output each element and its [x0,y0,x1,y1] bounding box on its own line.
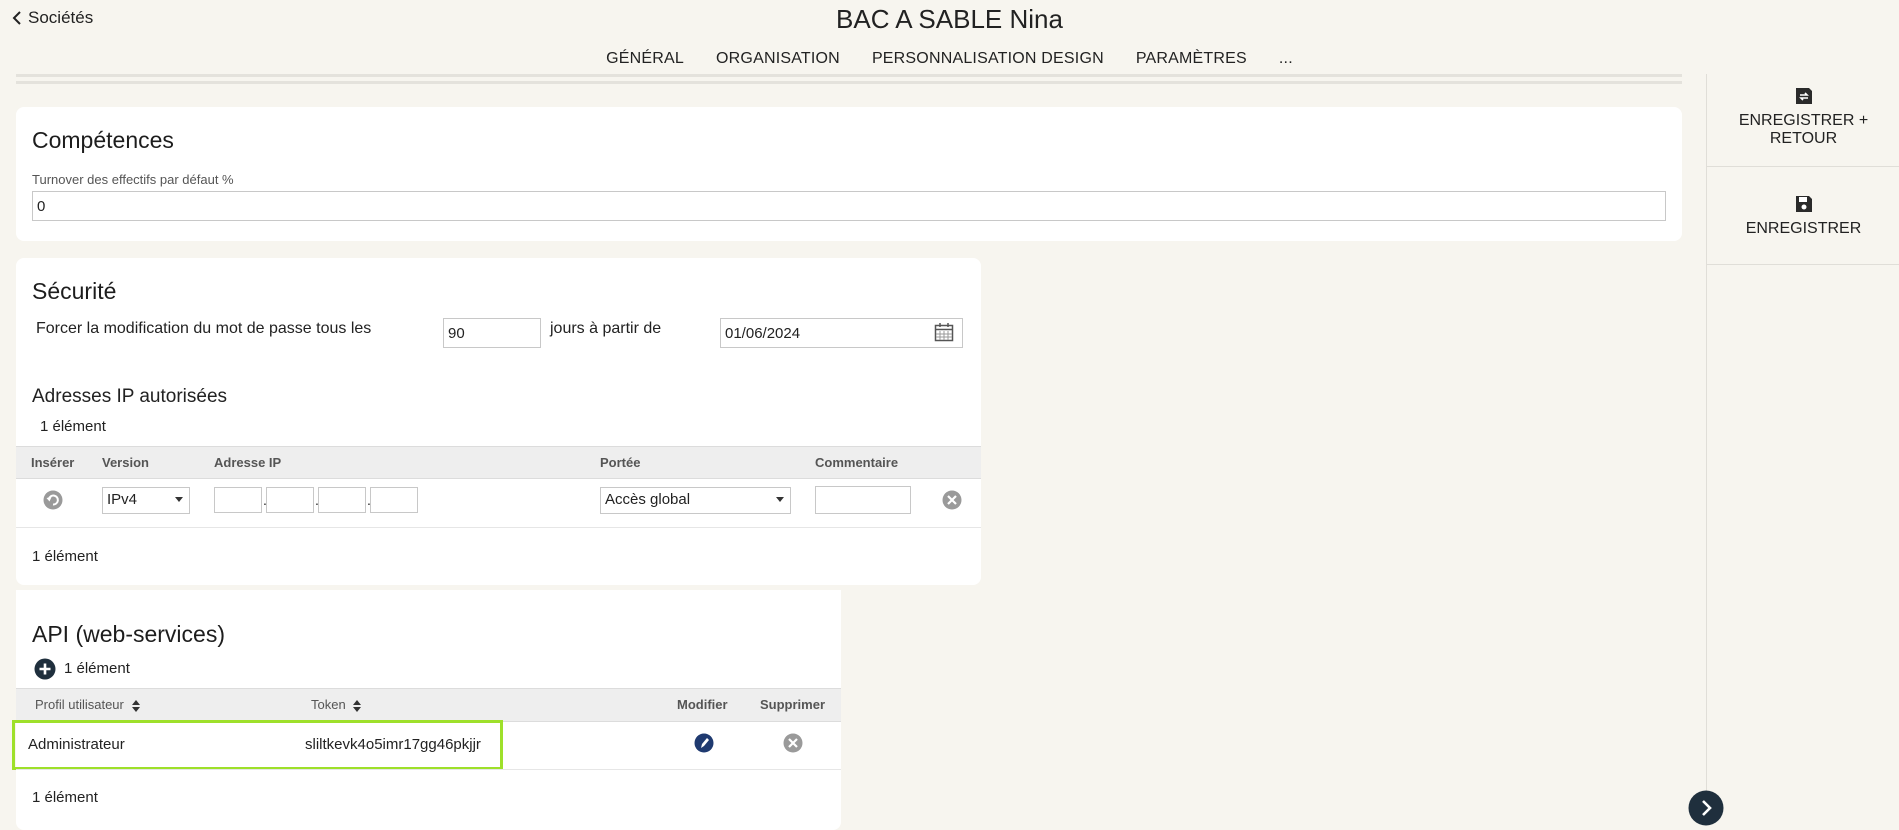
ip-version-select[interactable]: IPv4 [102,487,190,514]
securite-card: Sécurité Forcer la modification du mot d… [16,258,981,585]
ip-portee-select[interactable]: Accès global [600,487,791,514]
collapsed-section-edge [16,74,1682,92]
api-row-profil: Administrateur [28,736,125,753]
api-count-top: 1 élément [64,660,130,677]
edit-icon[interactable] [694,733,714,753]
password-days-input[interactable] [443,318,541,348]
save-label: ENREGISTRER [1745,220,1862,237]
tab-general[interactable]: GÉNÉRAL [594,48,696,76]
ip-segment-3[interactable] [318,487,366,513]
save-icon [1795,196,1812,212]
api-title: API (web-services) [32,621,225,647]
top-bar: Sociétés BAC A SABLE Nina GÉNÉRAL ORGANI… [0,0,1899,76]
api-col-profil[interactable]: Profil utilisateur [35,697,140,712]
tab-parametres[interactable]: PARAMÈTRES [1123,48,1259,76]
api-col-supprimer: Supprimer [760,697,826,712]
ip-col-commentaire: Commentaire [815,455,899,470]
ip-version-value: IPv4 [107,491,138,508]
tab-organisation[interactable]: ORGANISATION [704,48,852,76]
tab-more[interactable]: ... [1267,48,1305,76]
force-password-label: Forcer la modification du mot de passe t… [36,320,372,337]
dropdown-arrow-icon [776,497,784,502]
competences-title: Compétences [32,127,174,153]
sort-icon [353,699,362,712]
start-date-input[interactable] [720,318,963,348]
api-col-token-label: Token [311,697,346,712]
ip-col-version: Version [102,455,149,470]
ip-col-inserer: Insérer [31,455,75,470]
api-col-profil-label: Profil utilisateur [35,697,124,712]
turnover-label: Turnover des effectifs par défaut % [32,172,234,187]
delete-row-icon[interactable] [942,490,962,510]
competences-card: Compétences Turnover des effectifs par d… [16,107,1682,241]
securite-title: Sécurité [32,278,117,304]
tab-personnalisation-design[interactable]: PERSONNALISATION DESIGN [860,48,1116,76]
ip-portee-value: Accès global [605,491,691,508]
api-row-separator [16,769,841,770]
ip-row-separator [16,527,981,528]
delete-token-icon[interactable] [783,733,803,753]
insert-undo-icon[interactable] [43,490,63,510]
ip-col-portee: Portée [600,455,641,470]
calendar-icon[interactable] [934,322,954,342]
save-button[interactable]: ENREGISTRER [1707,192,1899,265]
ip-segment-2[interactable] [266,487,314,513]
dropdown-arrow-icon [175,497,183,502]
api-col-modifier: Modifier [677,697,728,712]
save-and-return-button[interactable]: ENREGISTRER + RETOUR [1707,86,1899,167]
save-return-label-2: RETOUR [1769,130,1838,147]
ip-segment-1[interactable] [214,487,262,513]
save-return-icon [1795,88,1812,104]
tab-bar: GÉNÉRAL ORGANISATION PERSONNALISATION DE… [0,48,1899,76]
days-suffix-label: jours à partir de [550,320,662,337]
sort-icon [131,699,140,712]
api-row-token: sliltkevk4o5imr17gg46pkjjr [305,736,481,753]
ip-count-bottom: 1 élément [32,548,98,565]
ip-col-adresse: Adresse IP [214,455,282,470]
ip-count-top: 1 élément [40,418,106,435]
api-count-bottom: 1 élément [32,789,98,806]
chevron-right-icon[interactable] [1688,790,1724,826]
api-col-token[interactable]: Token [311,697,362,712]
ip-section-title: Adresses IP autorisées [32,386,228,407]
ip-segment-4[interactable] [370,487,418,513]
action-side-panel: ENREGISTRER + RETOUR ENREGISTRER [1706,74,1899,824]
add-circle-icon[interactable] [34,658,56,680]
ip-comment-input[interactable] [815,486,911,514]
page-title: BAC A SABLE Nina [836,4,1063,34]
api-card: API (web-services) 1 élément Profil util… [12,590,841,830]
turnover-input[interactable] [32,191,1666,221]
save-return-label-1: ENREGISTRER + [1738,112,1869,129]
